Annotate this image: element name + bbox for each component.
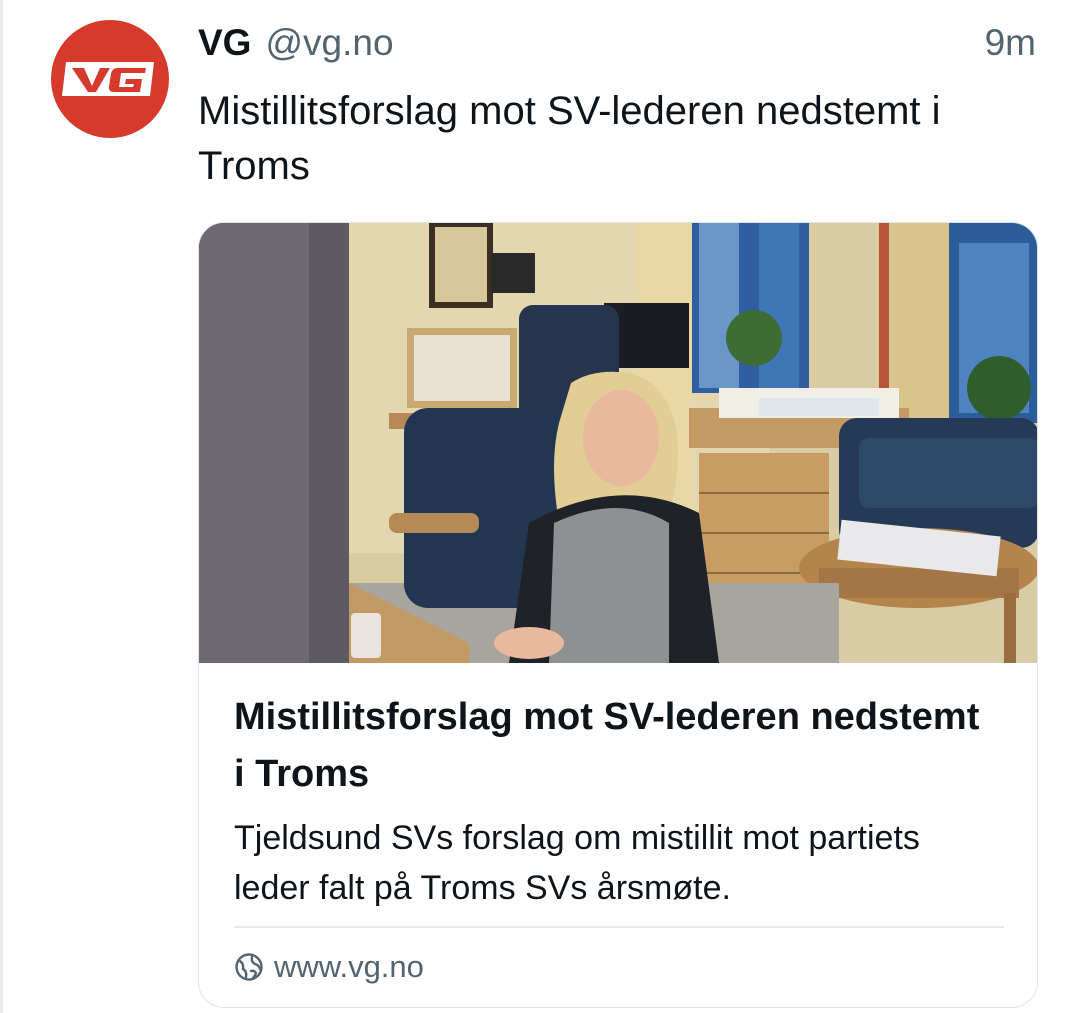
link-card[interactable]: Mistillitsforslag mot SV-lederen nedstem… [198, 222, 1038, 1008]
office-photo [199, 223, 1037, 663]
card-divider [234, 926, 1004, 928]
avatar[interactable] [51, 20, 169, 138]
globe-icon [235, 953, 263, 981]
author-handle[interactable]: @vg.no [265, 22, 393, 64]
card-image[interactable] [199, 223, 1037, 663]
card-description: Tjeldsund SVs forslag om mistillit mot p… [234, 819, 920, 907]
post-text: Mistillitsforslag mot SV-lederen nedstem… [198, 89, 941, 188]
card-title[interactable]: Mistillitsforslag mot SV-lederen nedstem… [234, 689, 994, 803]
post-header: VG @vg.no 9m [198, 22, 1036, 70]
thread-divider [0, 0, 3, 1013]
author-name[interactable]: VG [198, 22, 251, 64]
card-domain-text: www.vg.no [274, 949, 424, 984]
vg-logo-icon [62, 62, 154, 96]
post-time[interactable]: 9m [985, 22, 1036, 64]
card-domain[interactable]: www.vg.no [234, 947, 424, 987]
post[interactable]: VG @vg.no 9m Mistillitsforslag mot SV-le… [0, 0, 1080, 1013]
